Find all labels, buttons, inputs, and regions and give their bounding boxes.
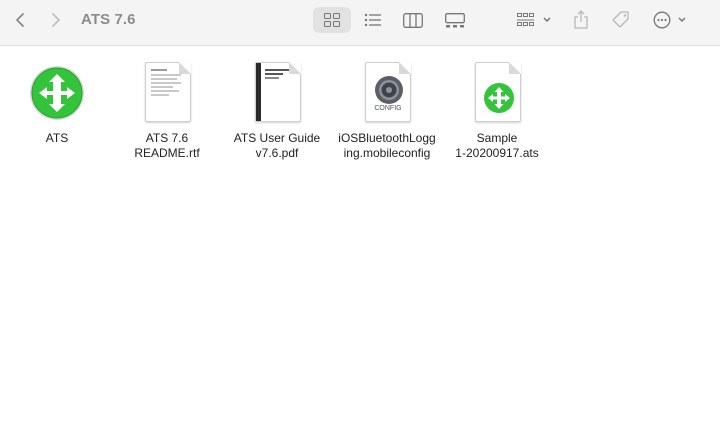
tag-button[interactable] bbox=[610, 7, 632, 33]
chevron-left-icon bbox=[16, 13, 24, 27]
group-by-icon bbox=[517, 13, 551, 26]
grid-view-icon bbox=[324, 13, 340, 27]
ats-app-icon bbox=[25, 62, 89, 126]
gallery-view-icon bbox=[445, 12, 465, 27]
window-title: ATS 7.6 bbox=[81, 11, 136, 28]
file-item-mobileconfig[interactable]: CONFIG iOSBluetoothLogg ing.mobileconfig bbox=[331, 62, 443, 161]
file-grid: ATS ATS 7.6 README.rtf ATS User Guide v7… bbox=[0, 46, 720, 427]
config-badge: CONFIG bbox=[374, 105, 402, 112]
file-name: Sample 1-20200917.ats bbox=[455, 131, 539, 160]
group-by-button[interactable] bbox=[515, 7, 555, 33]
column-view-button[interactable] bbox=[402, 7, 424, 33]
pdf-document-icon bbox=[245, 62, 309, 126]
file-name: ATS 7.6 README.rtf bbox=[134, 131, 200, 160]
finder-toolbar: ATS 7.6 bbox=[0, 0, 720, 46]
tag-icon bbox=[612, 11, 629, 28]
rtf-document-icon bbox=[135, 62, 199, 126]
file-name: ATS User Guide v7.6.pdf bbox=[233, 131, 321, 160]
list-view-button[interactable] bbox=[362, 7, 384, 33]
back-button[interactable] bbox=[10, 7, 30, 33]
file-item-sample[interactable]: Sample 1-20200917.ats bbox=[441, 62, 553, 161]
share-button[interactable] bbox=[570, 7, 592, 33]
file-name: ATS bbox=[45, 131, 69, 145]
file-item-user-guide[interactable]: ATS User Guide v7.6.pdf bbox=[221, 62, 333, 161]
forward-button[interactable] bbox=[46, 7, 66, 33]
ellipsis-circle-icon bbox=[653, 11, 686, 29]
settings-gear-icon bbox=[375, 76, 403, 104]
more-actions-button[interactable] bbox=[652, 7, 690, 33]
share-icon bbox=[574, 10, 588, 29]
gallery-view-button[interactable] bbox=[444, 7, 466, 33]
column-view-icon bbox=[403, 12, 423, 28]
file-item-readme[interactable]: ATS 7.6 README.rtf bbox=[111, 62, 223, 161]
ats-document-icon bbox=[465, 62, 529, 126]
file-name: iOSBluetoothLogg ing.mobileconfig bbox=[338, 131, 436, 160]
list-view-icon bbox=[364, 13, 381, 27]
icon-view-button[interactable] bbox=[313, 7, 351, 33]
config-profile-icon: CONFIG bbox=[355, 62, 419, 126]
chevron-right-icon bbox=[52, 13, 60, 27]
file-item-ats[interactable]: ATS bbox=[1, 62, 113, 146]
